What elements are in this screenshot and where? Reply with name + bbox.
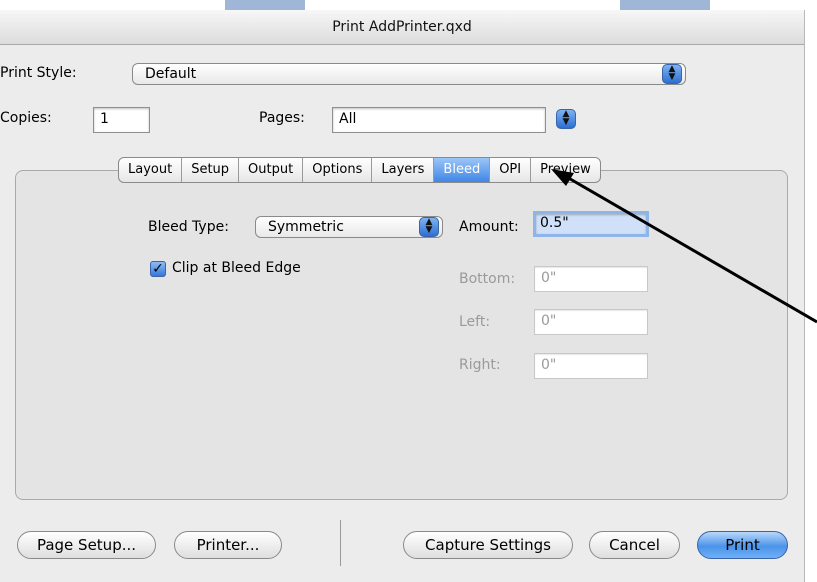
printer-button[interactable]: Printer... — [174, 531, 282, 559]
tab-options[interactable]: Options — [303, 158, 373, 182]
checkmark-icon: ✓ — [152, 261, 164, 277]
cancel-button[interactable]: Cancel — [589, 531, 680, 559]
bottom-label: Bottom: — [459, 271, 516, 287]
tab-output[interactable]: Output — [239, 158, 304, 182]
tab-layers[interactable]: Layers — [372, 158, 435, 182]
pages-field[interactable]: All — [332, 107, 546, 133]
tab-layout[interactable]: Layout — [119, 158, 183, 182]
page-setup-button[interactable]: Page Setup... — [17, 531, 156, 559]
window-title: Print AddPrinter.qxd — [332, 19, 472, 35]
clip-label: Clip at Bleed Edge — [172, 260, 301, 276]
tab-preview[interactable]: Preview — [531, 158, 600, 182]
right-label: Right: — [459, 357, 501, 373]
print-style-popup[interactable]: Default ▲ ▼ — [132, 63, 686, 85]
bleed-type-value: Symmetric — [268, 219, 344, 235]
print-dialog: Print AddPrinter.qxd Print Style: Defaul… — [0, 10, 805, 582]
print-style-label: Print Style: — [0, 65, 77, 81]
left-label: Left: — [459, 314, 491, 330]
bleed-type-popup[interactable]: Symmetric ▲ ▼ — [255, 216, 443, 238]
capture-settings-button[interactable]: Capture Settings — [403, 531, 573, 559]
tab-opi[interactable]: OPI — [490, 158, 532, 182]
button-divider — [340, 520, 341, 566]
tab-bar: Layout Setup Output Options Layers Bleed… — [118, 157, 601, 183]
pages-popup-button[interactable]: ▲ ▼ — [556, 109, 576, 129]
title-bar[interactable]: Print AddPrinter.qxd — [0, 10, 804, 45]
pages-label: Pages: — [259, 110, 305, 126]
popup-arrows-icon: ▲ ▼ — [419, 217, 439, 237]
copies-field[interactable]: 1 — [93, 107, 150, 133]
amount-label: Amount: — [459, 219, 519, 235]
left-field[interactable]: 0" — [534, 309, 648, 335]
clip-checkbox[interactable]: ✓ — [150, 261, 166, 277]
amount-field[interactable]: 0.5" — [533, 211, 649, 237]
right-field[interactable]: 0" — [534, 353, 648, 379]
tab-setup[interactable]: Setup — [182, 158, 240, 182]
print-style-value: Default — [145, 66, 197, 82]
bleed-type-label: Bleed Type: — [148, 219, 229, 235]
bottom-field[interactable]: 0" — [534, 266, 648, 292]
print-button[interactable]: Print — [697, 531, 788, 559]
copies-label: Copies: — [0, 110, 52, 126]
tab-bleed[interactable]: Bleed — [434, 158, 491, 182]
popup-arrows-icon: ▲ ▼ — [662, 64, 682, 84]
